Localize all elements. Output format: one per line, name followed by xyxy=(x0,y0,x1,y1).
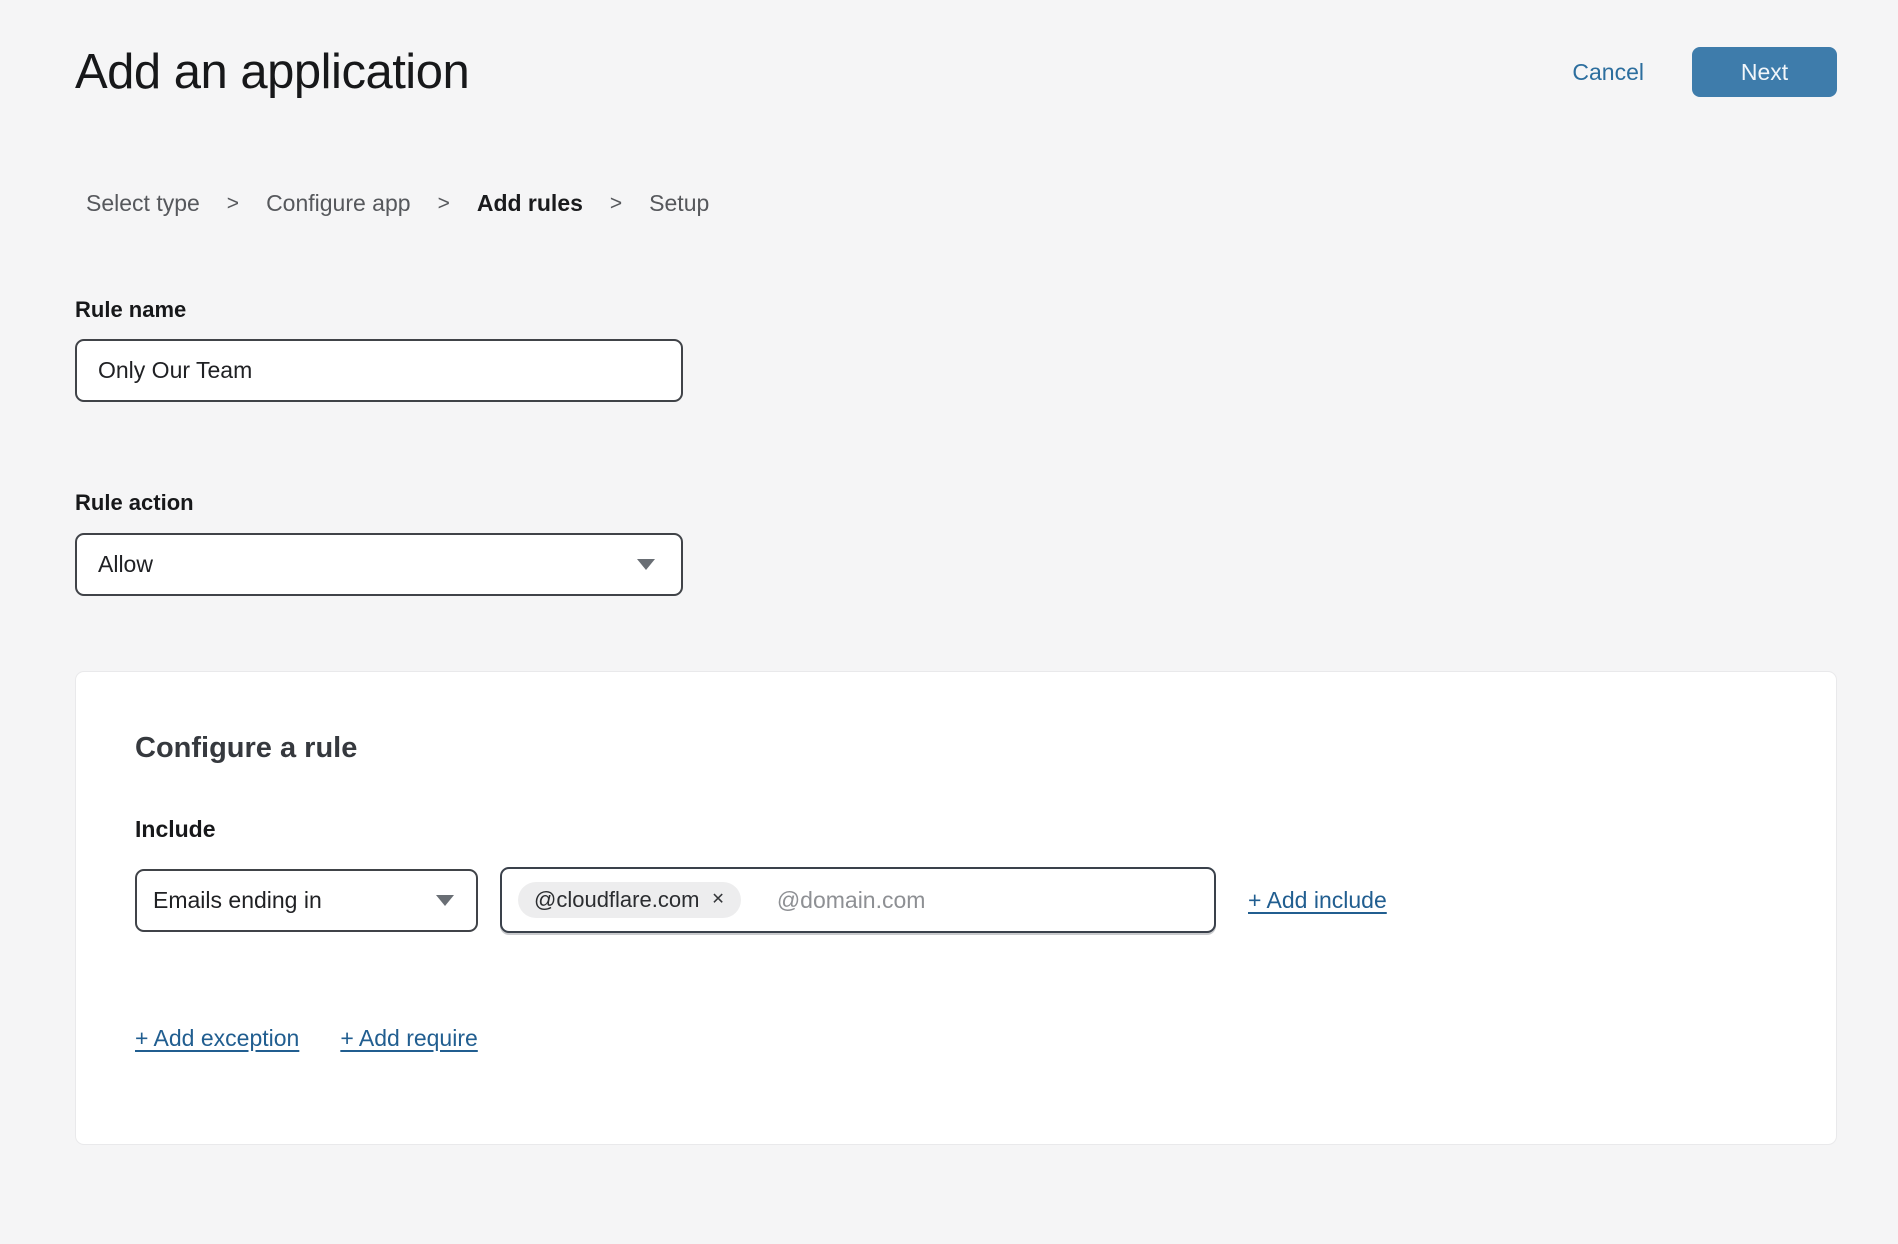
chevron-separator-icon: > xyxy=(227,192,239,216)
breadcrumb: Select type > Configure app > Add rules … xyxy=(86,190,1837,217)
rule-action-label: Rule action xyxy=(75,490,1837,516)
rule-extra-links: + Add exception + Add require xyxy=(135,1025,1777,1052)
domain-entry-input[interactable] xyxy=(777,887,1200,914)
add-require-link[interactable]: + Add require xyxy=(340,1025,477,1052)
header-bar: Add an application Cancel Next xyxy=(75,44,1837,100)
configure-rule-card: Configure a rule Include Emails ending i… xyxy=(75,671,1837,1145)
remove-tag-icon[interactable]: ✕ xyxy=(711,892,724,908)
chevron-separator-icon: > xyxy=(438,192,450,216)
chevron-separator-icon: > xyxy=(610,192,622,216)
breadcrumb-step-select-type[interactable]: Select type xyxy=(86,190,200,217)
include-rule-row: Emails ending in @cloudflare.com ✕ + Add… xyxy=(135,867,1777,933)
page-title: Add an application xyxy=(75,44,469,100)
email-domain-tag-input[interactable]: @cloudflare.com ✕ xyxy=(500,867,1216,933)
card-title: Configure a rule xyxy=(135,732,1777,765)
include-selector-select[interactable]: Emails ending in xyxy=(135,869,478,932)
add-application-page: Add an application Cancel Next Select ty… xyxy=(0,44,1898,1145)
rule-action-selected-value: Allow xyxy=(98,551,153,578)
breadcrumb-step-configure-app[interactable]: Configure app xyxy=(266,190,411,217)
cancel-button[interactable]: Cancel xyxy=(1572,59,1644,86)
include-selector-value: Emails ending in xyxy=(153,887,322,914)
email-domain-chip-label: @cloudflare.com xyxy=(534,887,699,913)
next-button[interactable]: Next xyxy=(1692,47,1837,97)
breadcrumb-step-add-rules[interactable]: Add rules xyxy=(477,190,583,217)
caret-down-icon xyxy=(436,895,454,906)
breadcrumb-step-setup[interactable]: Setup xyxy=(649,190,709,217)
header-actions: Cancel Next xyxy=(1572,47,1837,97)
add-exception-link[interactable]: + Add exception xyxy=(135,1025,299,1052)
rule-name-input[interactable] xyxy=(75,339,683,402)
include-label: Include xyxy=(135,816,1777,843)
caret-down-icon xyxy=(637,559,655,570)
email-domain-chip: @cloudflare.com ✕ xyxy=(518,882,741,918)
rule-action-select[interactable]: Allow xyxy=(75,533,683,596)
add-include-link[interactable]: + Add include xyxy=(1248,887,1387,914)
rule-name-label: Rule name xyxy=(75,297,1837,323)
